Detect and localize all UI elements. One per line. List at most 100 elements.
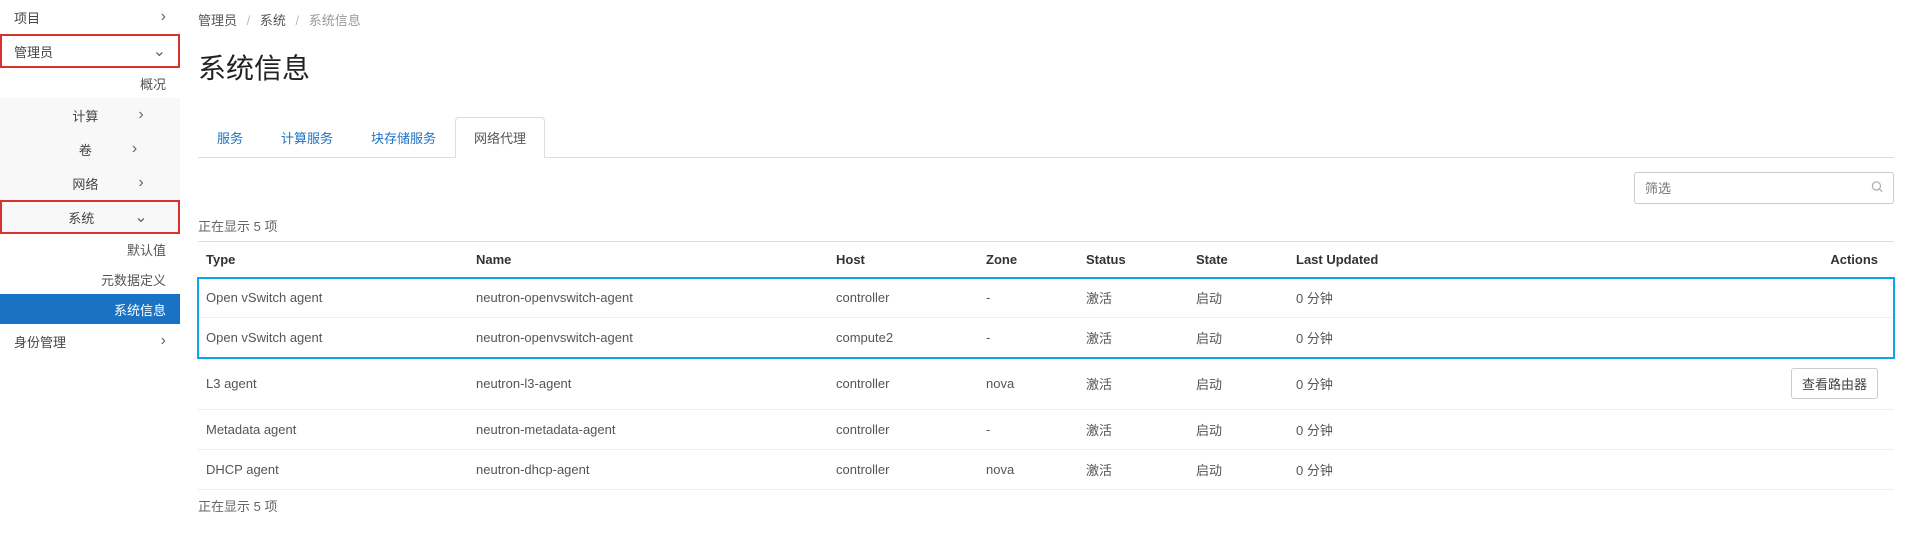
sidebar-item-label: 元数据定义 xyxy=(101,270,166,289)
cell-last-updated: 0 分钟 xyxy=(1288,358,1488,410)
cell-state: 启动 xyxy=(1188,358,1288,410)
chevron-right-icon: › xyxy=(161,8,166,26)
col-state[interactable]: State xyxy=(1188,242,1288,278)
cell-host: compute2 xyxy=(828,318,978,358)
table-row[interactable]: Open vSwitch agentneutron-openvswitch-ag… xyxy=(198,318,1894,358)
sidebar-item-label: 系统 xyxy=(68,208,94,227)
sidebar-item-compute[interactable]: 计算 › xyxy=(0,98,180,132)
sidebar-item-label: 网络 xyxy=(72,174,98,193)
cell-status: 激活 xyxy=(1078,278,1188,318)
sidebar-item-project[interactable]: 项目 › xyxy=(0,0,180,34)
table-caption-bottom: 正在显示 5 项 xyxy=(198,490,1894,515)
sidebar-item-label: 概况 xyxy=(140,74,166,93)
col-host[interactable]: Host xyxy=(828,242,978,278)
sidebar-item-label: 系统信息 xyxy=(114,300,166,319)
col-actions: Actions xyxy=(1488,242,1894,278)
sidebar-item-label: 身份管理 xyxy=(14,332,66,351)
table-caption-top: 正在显示 5 项 xyxy=(198,216,1894,235)
cell-status: 激活 xyxy=(1078,318,1188,358)
sidebar-item-volumes[interactable]: 卷 › xyxy=(0,132,180,166)
cell-name: neutron-openvswitch-agent xyxy=(468,278,828,318)
filter-row xyxy=(198,172,1894,204)
agents-table: Type Name Host Zone Status State Last Up… xyxy=(198,241,1894,490)
cell-name: neutron-l3-agent xyxy=(468,358,828,410)
tab-compute-services[interactable]: 计算服务 xyxy=(262,117,352,158)
breadcrumb: 管理员 / 系统 / 系统信息 xyxy=(198,10,1894,29)
cell-last-updated: 0 分钟 xyxy=(1288,318,1488,358)
breadcrumb-current: 系统信息 xyxy=(309,13,361,28)
sidebar-sub-defaults[interactable]: 默认值 xyxy=(0,234,180,264)
sidebar-item-system[interactable]: 系统 ⌄ xyxy=(0,200,180,234)
chevron-right-icon: › xyxy=(138,106,143,124)
cell-status: 激活 xyxy=(1078,358,1188,410)
col-type[interactable]: Type xyxy=(198,242,468,278)
page-title: 系统信息 xyxy=(198,47,1894,87)
cell-actions xyxy=(1488,410,1894,450)
chevron-down-icon: ⌄ xyxy=(153,41,166,61)
cell-last-updated: 0 分钟 xyxy=(1288,410,1488,450)
sidebar-item-identity[interactable]: 身份管理 › xyxy=(0,324,180,358)
cell-host: controller xyxy=(828,410,978,450)
chevron-right-icon: › xyxy=(161,332,166,350)
cell-last-updated: 0 分钟 xyxy=(1288,450,1488,490)
cell-actions: 查看路由器 xyxy=(1488,358,1894,410)
filter-wrap xyxy=(1634,172,1894,204)
sidebar-item-network[interactable]: 网络 › xyxy=(0,166,180,200)
cell-status: 激活 xyxy=(1078,410,1188,450)
sidebar-item-label: 默认值 xyxy=(127,240,166,259)
cell-type: L3 agent xyxy=(198,358,468,410)
breadcrumb-sep-icon: / xyxy=(296,13,300,28)
tab-network-agents[interactable]: 网络代理 xyxy=(455,117,545,158)
sidebar-item-label: 项目 xyxy=(14,8,40,27)
cell-type: Open vSwitch agent xyxy=(198,278,468,318)
main-content: 管理员 / 系统 / 系统信息 系统信息 服务 计算服务 块存储服务 网络代理 … xyxy=(180,0,1914,535)
table-row[interactable]: Open vSwitch agentneutron-openvswitch-ag… xyxy=(198,278,1894,318)
chevron-down-icon: ⌄ xyxy=(134,207,147,227)
col-zone[interactable]: Zone xyxy=(978,242,1078,278)
cell-zone: - xyxy=(978,410,1078,450)
col-status[interactable]: Status xyxy=(1078,242,1188,278)
sidebar-sub-metadata-definitions[interactable]: 元数据定义 xyxy=(0,264,180,294)
cell-actions xyxy=(1488,450,1894,490)
sidebar-item-label: 管理员 xyxy=(14,42,53,61)
table-row[interactable]: DHCP agentneutron-dhcp-agentcontrollerno… xyxy=(198,450,1894,490)
sidebar-item-admin[interactable]: 管理员 ⌄ xyxy=(0,34,180,68)
cell-actions xyxy=(1488,318,1894,358)
col-last-updated[interactable]: Last Updated xyxy=(1288,242,1488,278)
cell-type: Open vSwitch agent xyxy=(198,318,468,358)
cell-name: neutron-openvswitch-agent xyxy=(468,318,828,358)
cell-zone: nova xyxy=(978,450,1078,490)
filter-input[interactable] xyxy=(1634,172,1894,204)
table-header-row: Type Name Host Zone Status State Last Up… xyxy=(198,242,1894,278)
cell-host: controller xyxy=(828,278,978,318)
sidebar-item-label: 计算 xyxy=(72,106,98,125)
cell-type: DHCP agent xyxy=(198,450,468,490)
breadcrumb-seg[interactable]: 系统 xyxy=(260,13,286,28)
cell-host: controller xyxy=(828,358,978,410)
chevron-right-icon: › xyxy=(132,140,137,158)
cell-last-updated: 0 分钟 xyxy=(1288,278,1488,318)
table-row[interactable]: Metadata agentneutron-metadata-agentcont… xyxy=(198,410,1894,450)
cell-state: 启动 xyxy=(1188,318,1288,358)
cell-state: 启动 xyxy=(1188,410,1288,450)
cell-state: 启动 xyxy=(1188,450,1288,490)
cell-type: Metadata agent xyxy=(198,410,468,450)
breadcrumb-seg[interactable]: 管理员 xyxy=(198,13,237,28)
tab-block-storage-services[interactable]: 块存储服务 xyxy=(352,117,455,158)
tab-services[interactable]: 服务 xyxy=(198,117,262,158)
cell-actions xyxy=(1488,278,1894,318)
col-name[interactable]: Name xyxy=(468,242,828,278)
cell-host: controller xyxy=(828,450,978,490)
cell-name: neutron-metadata-agent xyxy=(468,410,828,450)
sidebar-item-label: 卷 xyxy=(79,140,92,159)
table-row[interactable]: L3 agentneutron-l3-agentcontrollernova激活… xyxy=(198,358,1894,410)
cell-name: neutron-dhcp-agent xyxy=(468,450,828,490)
tabs: 服务 计算服务 块存储服务 网络代理 xyxy=(198,117,1894,158)
cell-zone: - xyxy=(978,278,1078,318)
sidebar: 项目 › 管理员 ⌄ 概况 计算 › 卷 › 网络 › 系统 ⌄ 默认值 xyxy=(0,0,180,535)
sidebar-sub-system-information[interactable]: 系统信息 xyxy=(0,294,180,324)
sidebar-sub-overview[interactable]: 概况 xyxy=(0,68,180,98)
cell-zone: nova xyxy=(978,358,1078,410)
view-routers-button[interactable]: 查看路由器 xyxy=(1791,368,1878,399)
breadcrumb-sep-icon: / xyxy=(247,13,251,28)
